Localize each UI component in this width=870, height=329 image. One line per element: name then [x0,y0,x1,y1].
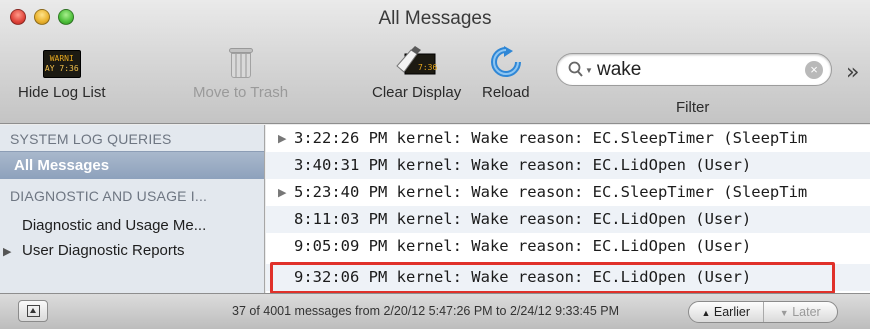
disclosure-triangle-icon[interactable]: ▶ [3,245,11,258]
message-count-status: 37 of 4001 messages from 2/20/12 5:47:26… [232,304,620,318]
console-icon: WARNI AY 7:36 [42,50,81,78]
search-options-chevron-icon[interactable]: ▼ [585,66,593,75]
log-row[interactable]: 8:11:03 PM kernel: Wake reason: EC.LidOp… [266,206,870,233]
sidebar-header-system-log-queries: SYSTEM LOG QUERIES [10,131,172,147]
toolbar-overflow-icon[interactable]: » [846,60,859,85]
sidebar-item-user-reports[interactable]: User Diagnostic Reports [22,242,185,259]
earlier-button[interactable]: ▲ Earlier [689,302,764,322]
clear-display-button[interactable]: 7:36 Clear Display [372,46,462,101]
bottom-bar: 37 of 4001 messages from 2/20/12 5:47:26… [0,293,870,329]
down-triangle-icon: ▼ [779,308,789,318]
move-to-trash-button[interactable]: Move to Trash [193,48,289,101]
title-toolbar: All Messages WARNI AY 7:36 Hide Log List… [0,0,870,124]
log-row[interactable]: 9:32:06 PM kernel: Wake reason: EC.LidOp… [266,264,870,291]
window-title: All Messages [378,8,492,29]
log-row[interactable]: 3:40:31 PM kernel: Wake reason: EC.LidOp… [266,152,870,179]
later-button[interactable]: ▼ Later [764,302,838,322]
sidebar: SYSTEM LOG QUERIES All Messages DIAGNOST… [0,125,265,293]
trash-icon [228,48,254,78]
hide-log-list-button[interactable]: WARNI AY 7:36 Hide Log List [18,50,106,101]
search-field[interactable]: ▼ × [556,53,832,86]
console-window: All Messages WARNI AY 7:36 Hide Log List… [0,0,870,329]
search-input[interactable] [597,58,787,82]
hide-log-list-label: Hide Log List [18,84,106,101]
sidebar-header-diagnostic: DIAGNOSTIC AND USAGE I... [10,188,208,204]
earlier-later-control: ▲ Earlier ▼ Later [688,301,838,323]
clear-search-icon[interactable]: × [805,61,823,79]
reload-label: Reload [482,84,530,101]
search-icon [568,61,583,77]
log-row[interactable]: ▶ 3:22:26 PM kernel: Wake reason: EC.Sle… [266,125,870,152]
filter-label: Filter [676,99,710,116]
log-list[interactable]: ▶ 3:22:26 PM kernel: Wake reason: EC.Sle… [266,125,870,293]
eject-icon [27,305,40,317]
reload-icon [489,46,523,78]
move-to-trash-label: Move to Trash [193,84,289,101]
svg-text:7:36: 7:36 [418,63,437,72]
sidebar-item-diagnostic-usage[interactable]: Diagnostic and Usage Me... [22,217,206,234]
reload-button[interactable]: Reload [482,46,530,101]
up-triangle-icon: ▲ [701,308,711,318]
show-details-button[interactable] [18,300,48,322]
expand-triangle-icon[interactable]: ▶ [278,125,286,152]
clear-display-label: Clear Display [372,84,462,101]
expand-triangle-icon[interactable]: ▶ [278,179,286,206]
log-row[interactable]: 9:05:09 PM kernel: Wake reason: EC.LidOp… [266,233,870,260]
clear-display-icon: 7:36 [395,46,439,78]
sidebar-item-all-messages[interactable]: All Messages [0,151,264,179]
log-row[interactable]: ▶ 5:23:40 PM kernel: Wake reason: EC.Sle… [266,179,870,206]
sidebar-item-label: All Messages [14,157,110,174]
